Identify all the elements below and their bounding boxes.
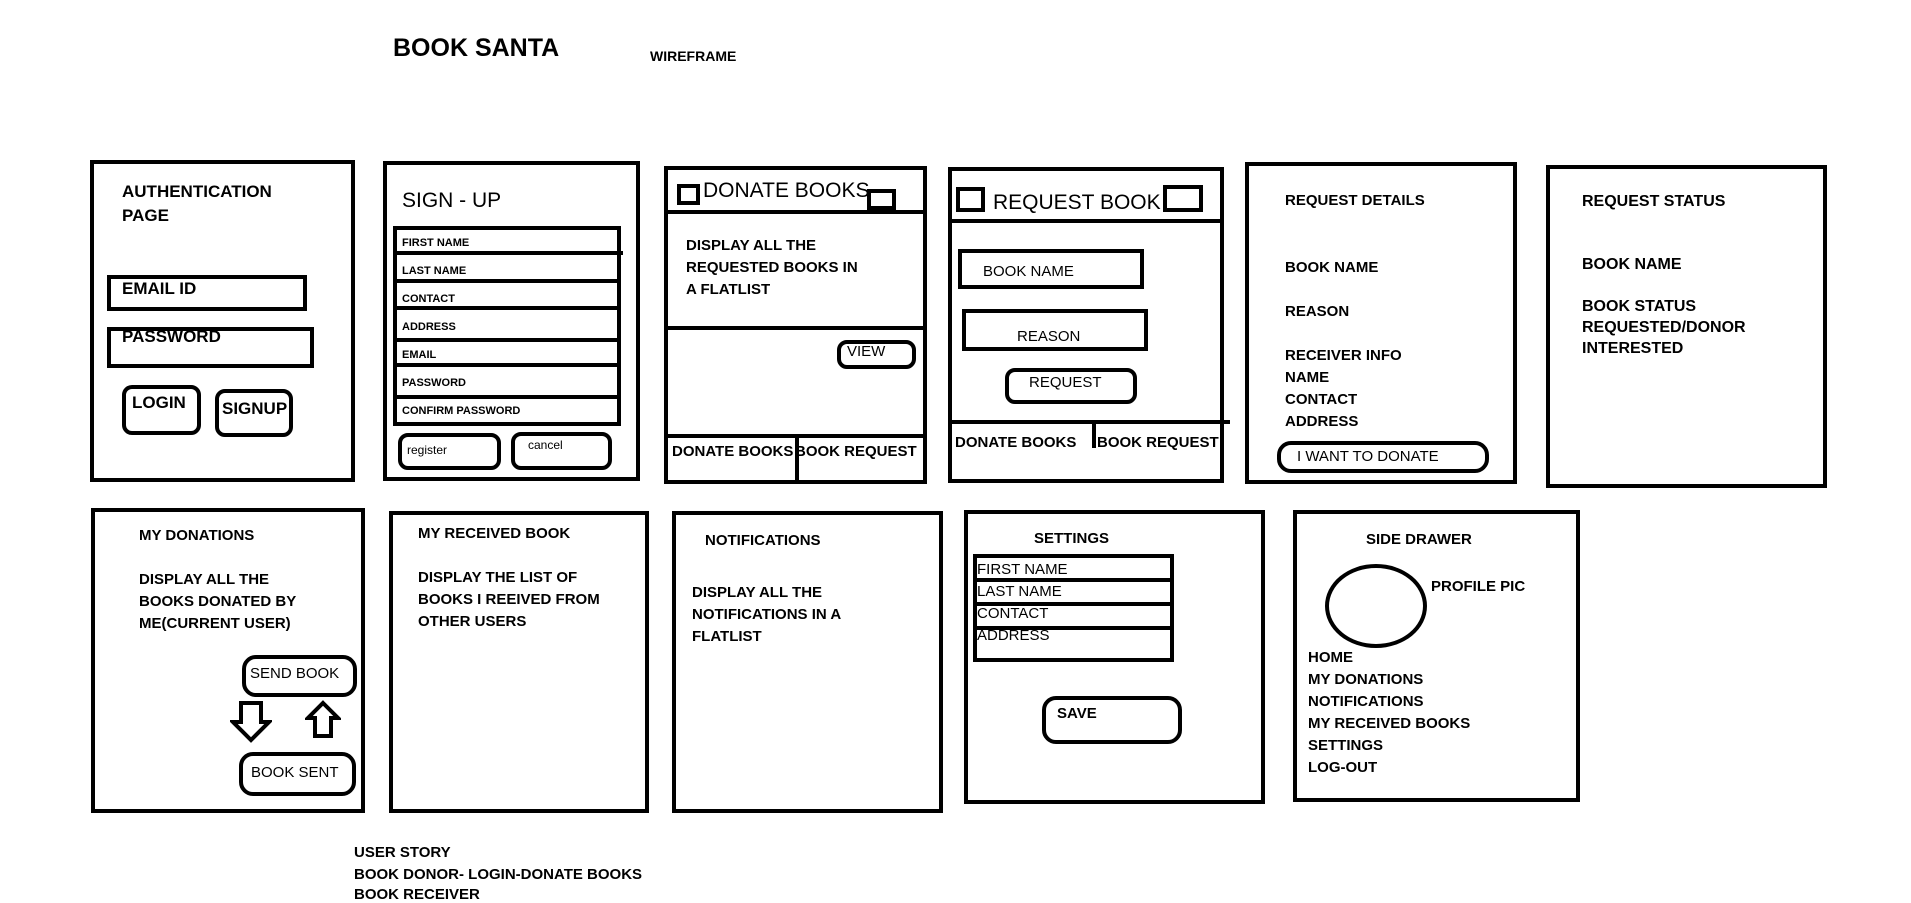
side-drawer-title: SIDE DRAWER (1366, 531, 1472, 548)
my-donations-body-line1: DISPLAY ALL THE (139, 571, 270, 588)
request-details-address: ADDRESS (1285, 413, 1359, 430)
register-button-label: register (407, 443, 448, 457)
request-button-label: REQUEST (1029, 374, 1102, 391)
menu-icon[interactable] (956, 187, 985, 212)
settings-field-first-name[interactable]: FIRST NAME (977, 561, 1068, 578)
signup-title: SIGN - UP (402, 189, 502, 212)
bell-icon[interactable] (1163, 185, 1203, 212)
up-arrow-icon (305, 700, 341, 738)
profile-pic-avatar[interactable] (1325, 564, 1427, 648)
signup-field-contact[interactable]: CONTACT (402, 293, 455, 305)
user-story-donor: BOOK DONOR- LOGIN-DONATE BOOKS (354, 866, 643, 883)
drawer-item-home[interactable]: HOME (1308, 649, 1353, 666)
request-status-title: REQUEST STATUS (1582, 193, 1726, 210)
drawer-item-my-donations[interactable]: MY DONATIONS (1308, 671, 1423, 688)
received-screen (389, 511, 649, 813)
signup-field-email[interactable]: EMAIL (402, 349, 436, 361)
settings-field-last-name[interactable]: LAST NAME (977, 583, 1062, 600)
tab-donate-books[interactable]: DONATE BOOKS (955, 434, 1076, 451)
tab-donate-books[interactable]: DONATE BOOKS (672, 443, 793, 460)
email-field-label: EMAIL ID (122, 279, 197, 298)
my-donations-body-line3: ME(CURRENT USER) (139, 615, 291, 632)
menu-icon[interactable] (677, 184, 700, 205)
user-story-title: USER STORY (354, 844, 451, 861)
notifications-body-line2: NOTIFICATIONS IN A (692, 606, 842, 623)
drawer-item-log-out[interactable]: LOG-OUT (1308, 759, 1377, 776)
user-story-receiver: BOOK RECEIVER (354, 886, 480, 903)
down-arrow-icon (230, 701, 272, 743)
received-body-line1: DISPLAY THE LIST OF (418, 569, 578, 586)
request-details-reason: REASON (1285, 303, 1350, 320)
received-body-line3: OTHER USERS (418, 613, 527, 630)
notifications-screen (672, 511, 943, 813)
request-details-name: NAME (1285, 369, 1330, 386)
request-status-line2: REQUESTED/DONOR (1582, 319, 1746, 336)
page-title: BOOK SANTA (393, 34, 560, 62)
donate-button-label: I WANT TO DONATE (1297, 448, 1439, 465)
settings-field-address[interactable]: ADDRESS (977, 627, 1050, 644)
request-details-contact: CONTACT (1285, 391, 1358, 408)
page-subtitle: WIREFRAME (650, 48, 737, 64)
donate-title: DONATE BOOKS (703, 179, 870, 202)
signup-field-address[interactable]: ADDRESS (402, 321, 456, 333)
settings-field-contact[interactable]: CONTACT (977, 605, 1048, 622)
signup-field-last-name[interactable]: LAST NAME (402, 265, 466, 277)
notifications-body-line1: DISPLAY ALL THE (692, 584, 823, 601)
request-status-line3: INTERESTED (1582, 340, 1684, 357)
request-details-book-name: BOOK NAME (1285, 259, 1379, 276)
signup-field-first-name[interactable]: FIRST NAME (402, 237, 469, 249)
request-details-screen (1245, 162, 1517, 484)
save-button-label: SAVE (1057, 705, 1097, 722)
my-donations-body-line2: BOOKS DONATED BY (139, 593, 297, 610)
notifications-title: NOTIFICATIONS (705, 532, 821, 549)
donate-body-line2: REQUESTED BOOKS IN (686, 259, 858, 276)
request-details-title: REQUEST DETAILS (1285, 192, 1425, 209)
view-button-label: VIEW (847, 343, 886, 360)
cancel-button-label: cancel (528, 438, 563, 452)
login-button-label: LOGIN (132, 393, 186, 412)
bell-icon[interactable] (867, 189, 896, 210)
request-book-title: REQUEST BOOK (993, 191, 1161, 214)
book-name-field-label: BOOK NAME (983, 263, 1074, 280)
book-sent-button-label: BOOK SENT (251, 764, 339, 781)
drawer-item-settings[interactable]: SETTINGS (1308, 737, 1383, 754)
tab-book-request[interactable]: BOOK REQUEST (1097, 434, 1219, 451)
password-field-label: PASSWORD (122, 327, 221, 346)
settings-title: SETTINGS (1034, 530, 1110, 547)
donate-body-line3: A FLATLIST (686, 281, 771, 298)
drawer-item-my-received-books[interactable]: MY RECEIVED BOOKS (1308, 715, 1470, 732)
request-status-book-name: BOOK NAME (1582, 256, 1682, 273)
notifications-body-line3: FLATLIST (692, 628, 762, 645)
donate-body-line1: DISPLAY ALL THE (686, 237, 817, 254)
request-details-receiver-info: RECEIVER INFO (1285, 347, 1402, 364)
received-title: MY RECEIVED BOOK (418, 525, 571, 542)
signup-button-label: SIGNUP (222, 399, 288, 418)
drawer-item-notifications[interactable]: NOTIFICATIONS (1308, 693, 1424, 710)
signup-field-confirm-password[interactable]: CONFIRM PASSWORD (402, 405, 520, 417)
reason-field-label: REASON (1017, 328, 1081, 345)
tab-book-request[interactable]: BOOK REQUEST (795, 443, 917, 460)
signup-field-password[interactable]: PASSWORD (402, 377, 466, 389)
request-status-line1: BOOK STATUS (1582, 298, 1697, 315)
my-donations-title: MY DONATIONS (139, 527, 255, 544)
received-body-line2: BOOKS I REEIVED FROM (418, 591, 600, 608)
auth-title-line1: AUTHENTICATION (122, 182, 272, 201)
send-book-button-label: SEND BOOK (250, 665, 340, 682)
profile-pic-label: PROFILE PIC (1431, 578, 1526, 595)
auth-title-line2: PAGE (122, 206, 169, 225)
